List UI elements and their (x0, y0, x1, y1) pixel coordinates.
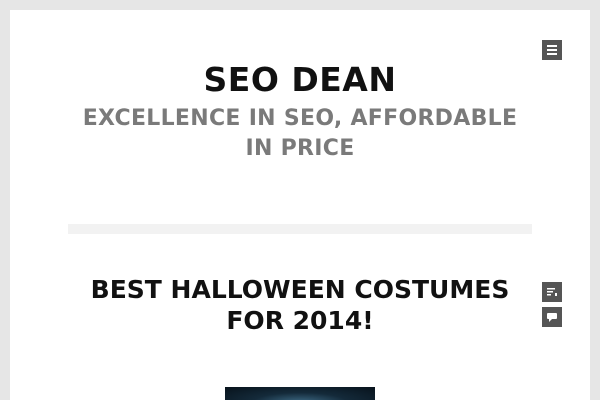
menu-icon (547, 45, 557, 47)
menu-toggle-button[interactable] (542, 40, 562, 60)
featured-image[interactable] (225, 387, 375, 400)
comment-icon (547, 313, 557, 322)
post-format-button[interactable] (542, 282, 562, 302)
menu-icon-bar (547, 49, 557, 51)
menu-icon-bar (547, 53, 557, 55)
site-description: EXCELLENCE IN SEO, AFFORDABLE IN PRICE (82, 106, 518, 161)
standard-post-icon (547, 288, 557, 296)
header-divider (68, 224, 532, 234)
page-container: SEO DEAN EXCELLENCE IN SEO, AFFORDABLE I… (10, 10, 590, 400)
site-title[interactable]: SEO DEAN (10, 60, 590, 100)
comments-button[interactable] (542, 307, 562, 327)
post-title[interactable]: BEST HALLOWEEN COSTUMES FOR 2014! (58, 274, 542, 336)
